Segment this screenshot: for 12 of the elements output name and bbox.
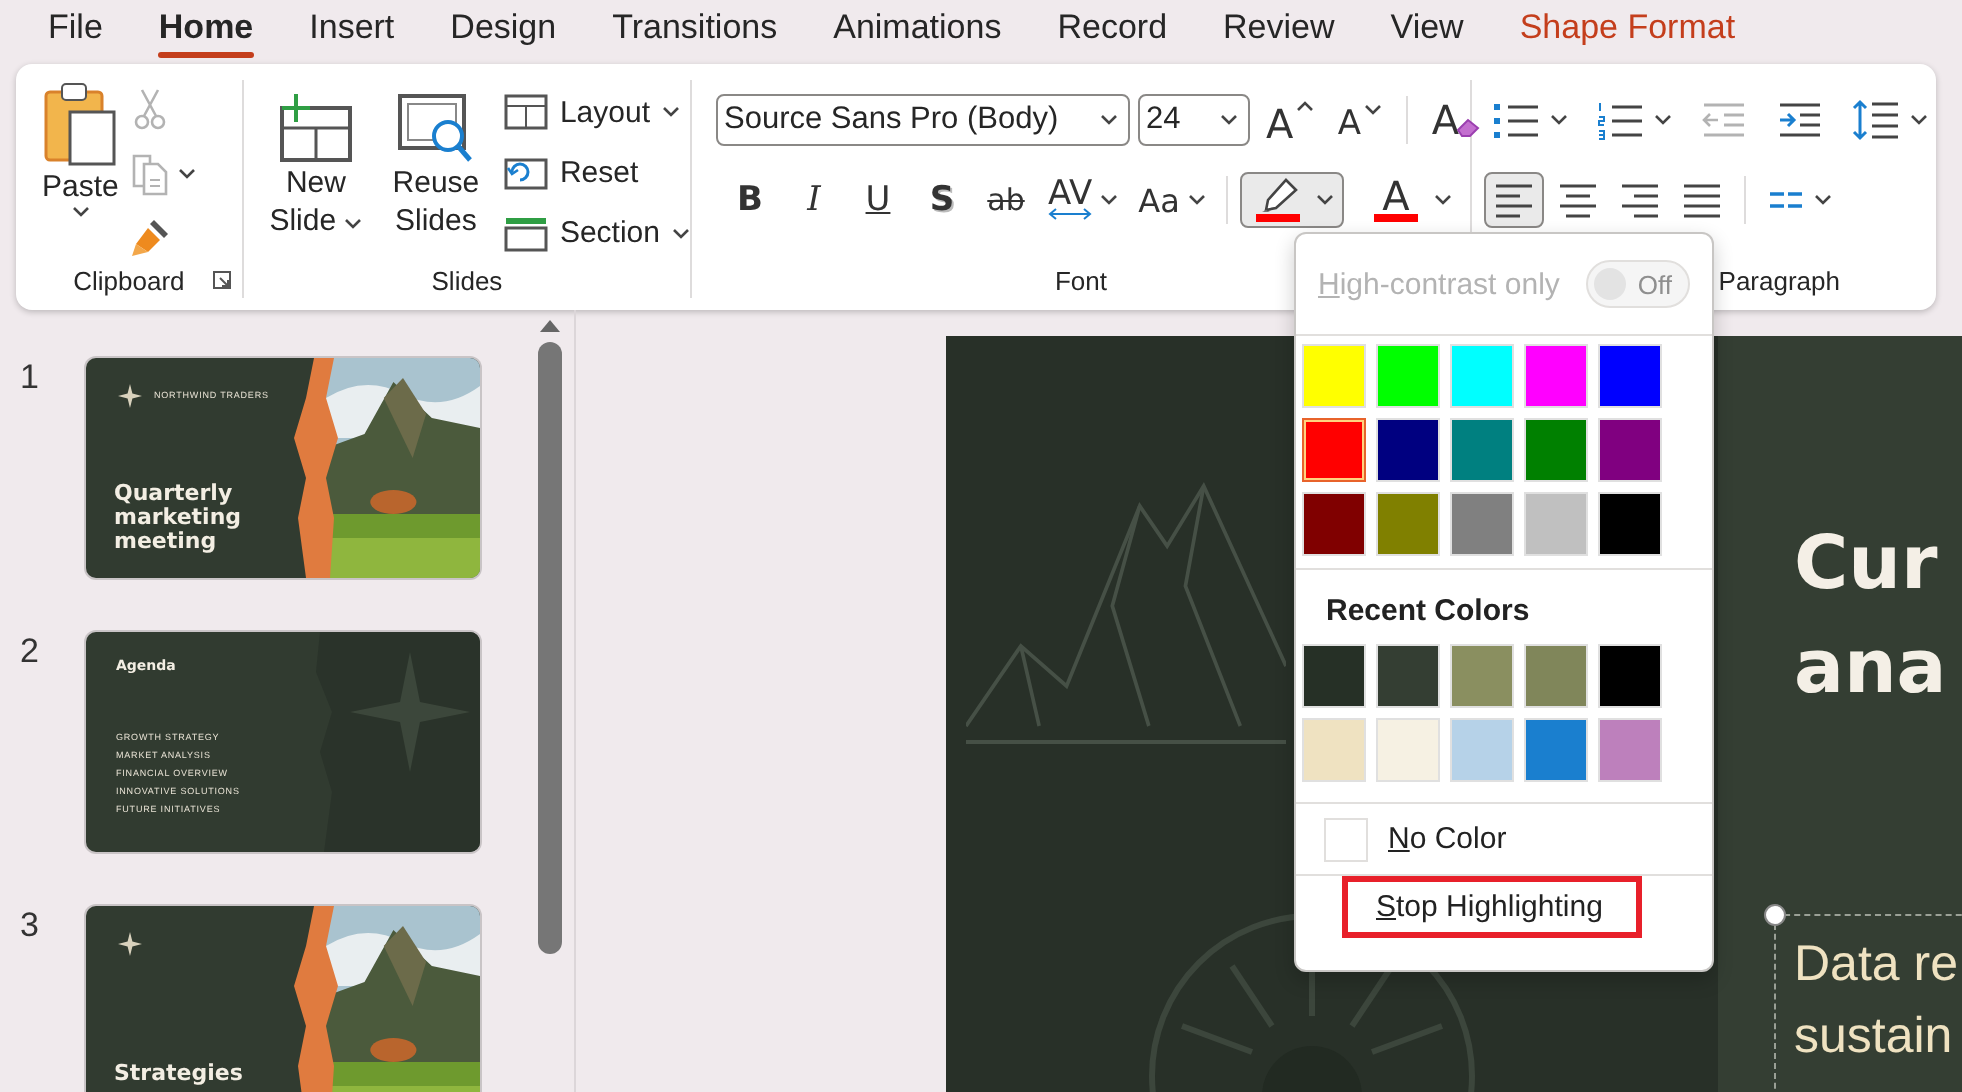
slide-title: Cur ana	[1794, 518, 1947, 714]
group-label: Slides	[431, 265, 503, 295]
high-contrast-label: High-contrast only	[1318, 267, 1560, 301]
section-heading: Recent Colors	[1324, 592, 1530, 632]
slide-number: 1	[20, 358, 41, 400]
slide-title: Quarterly marketing meeting	[114, 482, 244, 554]
group-label: Font	[1054, 265, 1107, 295]
group-label: Clipboard	[73, 265, 185, 295]
slide-number: 2	[20, 632, 41, 674]
slide-number: 3	[20, 906, 41, 948]
slide-title: Strategies	[114, 1062, 245, 1086]
group-label: Paragraph	[1718, 265, 1840, 295]
